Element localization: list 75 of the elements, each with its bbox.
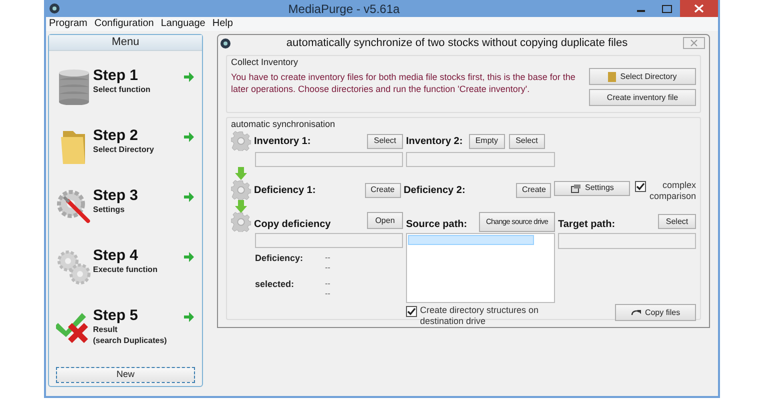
step-subtitle: Select Directory [93,144,155,155]
folder-icon [608,72,616,82]
checkbox-label: Create directory structures on destination drive [420,305,539,327]
step-title[interactable]: Step 5 [93,307,184,324]
arrow-right-icon [184,72,194,82]
gear-wrench-icon [56,189,92,225]
checkbox[interactable] [406,306,417,317]
step-subtitle: Execute function [93,264,158,275]
step-subtitle: Settings [93,204,126,215]
step-subtitle: (search Duplicates) [93,335,168,346]
arrow-right-icon [184,192,194,202]
app-icon [220,38,231,48]
input-field[interactable] [406,152,555,167]
stat-value: -- [325,289,330,299]
empty-button[interactable]: Empty [468,134,505,148]
arrow-right-icon [184,312,194,322]
down-arrow-icon [235,200,247,213]
step-title[interactable]: Step 3 [93,187,184,204]
app-icon [49,3,60,14]
group-legend: Collect Inventory [231,57,696,68]
checkbox-label: complex comparison [649,180,696,202]
stat-label: Deficiency: [255,253,304,265]
settings-button[interactable]: Settings [554,180,630,196]
select-directory-button[interactable]: Select Directory [589,68,696,85]
down-arrow-icon [235,167,247,180]
database-icon [57,69,91,105]
input-field[interactable] [558,233,696,249]
step-title[interactable]: Step 1 [93,67,184,84]
step-subtitle: Result [93,324,118,335]
settings-window-icon [571,184,582,192]
stat-value: -- [325,253,330,263]
input-field[interactable] [255,152,403,167]
curved-arrow-icon [630,309,641,316]
instruction-text: You have to create inventory files for both media file stocks first, this is the base for the later operations. Choose directories and run the function 'Create inventory'. [231,71,576,96]
sidebar-title: Menu [112,35,140,50]
arrow-right-icon [184,132,194,142]
select-button[interactable]: Select [367,134,403,148]
copy-files-button[interactable]: Copy files [615,304,696,321]
field-label: Deficiency 2: [404,184,466,198]
step-subtitle: Select function [93,84,152,95]
menu-item[interactable]: Help [212,19,233,29]
open-button[interactable]: Open [367,212,403,229]
step-title[interactable]: Step 2 [93,127,184,144]
field-label: Inventory 2: [406,134,463,148]
field-label: Source path: [406,218,468,232]
create-button[interactable]: Create [516,182,552,198]
close-icon[interactable] [683,37,705,49]
menu-item[interactable]: Language [160,19,206,29]
menu-item[interactable]: Program [49,19,88,29]
dialog-title: automatically synchronize of two stocks without copying duplicate files [285,36,629,51]
window-title: MediaPurge - v5.61a [287,0,401,18]
field-label: Inventory 1: [254,134,311,148]
stat-value: -- [325,279,330,289]
checkbox[interactable] [635,180,646,192]
list-item[interactable] [408,235,534,245]
gears-icon [56,249,92,285]
menu-item[interactable]: Configuration [94,19,154,29]
gear-icon [231,212,251,232]
step-title[interactable]: Step 4 [93,247,184,264]
field-label: Copy deficiency [254,218,331,232]
stat-label: selected: [255,279,296,291]
gear-icon [231,180,251,200]
group-legend: automatic synchronisation [231,119,696,130]
field-label: Target path: [558,218,616,232]
stat-value: -- [325,263,330,273]
arrow-right-icon [184,252,194,262]
select-button[interactable]: Select [658,214,696,229]
new-button[interactable]: New [56,367,195,383]
create-button[interactable]: Create [364,182,401,198]
close-icon[interactable] [680,0,718,17]
input-field[interactable] [255,233,403,248]
create-inventory-button[interactable]: Create inventory file [589,89,696,106]
select-button[interactable]: Select [508,134,545,148]
field-label: Deficiency 1: [254,184,316,198]
gear-icon [231,131,251,151]
